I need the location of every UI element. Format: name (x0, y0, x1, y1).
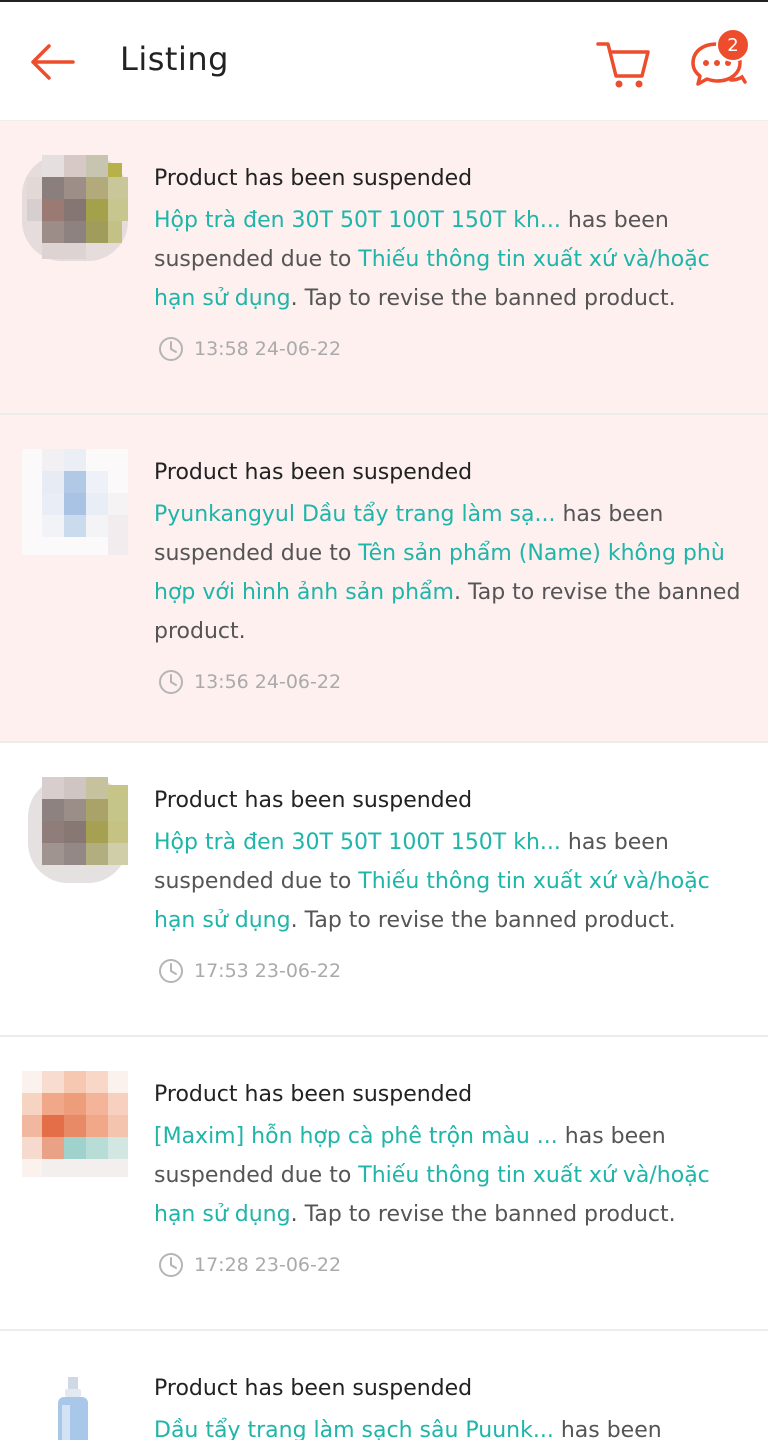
timestamp: 13:56 24-06-22 (194, 671, 342, 693)
back-button[interactable] (22, 34, 82, 90)
notification-content: Product has been suspended [Maxim] hỗn h… (154, 1037, 748, 1278)
clock-icon (159, 1253, 183, 1277)
product-thumbnail (22, 1071, 128, 1177)
notification-title: Product has been suspended (154, 1376, 473, 1401)
product-thumbnail (22, 777, 128, 883)
page-title: Listing (120, 40, 229, 78)
notification-time: 17:53 23-06-22 (154, 958, 748, 984)
clock-icon (159, 959, 183, 983)
unread-count-badge: 2 (716, 28, 750, 62)
notification-list: Product has been suspended Hộp trà đen 3… (0, 121, 768, 1440)
cart-button[interactable] (590, 32, 656, 94)
notification-content: Product has been suspended Hộp trà đen 3… (154, 121, 748, 362)
cleansing-oil-bottle-image (58, 1377, 88, 1440)
product-thumbnail (22, 449, 128, 555)
notification-title: Product has been suspended (154, 1082, 473, 1107)
notification-content: Product has been suspended Pyunkangyul D… (154, 415, 748, 695)
notification-content: Product has been suspended Hộp trà đen 3… (154, 743, 748, 984)
app-screen: Listing 2 Product has been suspended Hộp… (0, 0, 768, 1440)
timestamp: 17:28 23-06-22 (194, 1254, 342, 1276)
product-thumbnail (22, 1377, 128, 1440)
notification-item[interactable]: Product has been suspended Hộp trà đen 3… (0, 121, 768, 415)
notification-title: Product has been suspended (154, 166, 473, 191)
notification-message: Hộp trà đen 30T 50T 100T 150T kh... has … (154, 830, 710, 933)
notification-time: 13:58 24-06-22 (154, 336, 748, 362)
notification-time: 17:28 23-06-22 (154, 1252, 748, 1278)
product-name-link[interactable]: Hộp trà đen 30T 50T 100T 150T kh... (154, 208, 561, 233)
notification-time: 13:56 24-06-22 (154, 669, 748, 695)
product-name-link[interactable]: Dầu tẩy trang làm sạch sâu Puunk... (154, 1418, 554, 1440)
arrow-left-icon (31, 44, 75, 80)
notification-content: Product has been suspended Dầu tẩy trang… (154, 1331, 748, 1440)
notification-item[interactable]: Product has been suspended Hộp trà đen 3… (0, 743, 768, 1037)
clock-icon (159, 337, 183, 361)
notification-title: Product has been suspended (154, 460, 473, 485)
clock-icon (159, 670, 183, 694)
notification-item[interactable]: Product has been suspended Pyunkangyul D… (0, 415, 768, 743)
notification-item[interactable]: Product has been suspended [Maxim] hỗn h… (0, 1037, 768, 1331)
timestamp: 17:53 23-06-22 (194, 960, 342, 982)
chat-button[interactable]: 2 (684, 28, 750, 94)
timestamp: 13:58 24-06-22 (194, 338, 342, 360)
notification-message: Hộp trà đen 30T 50T 100T 150T kh... has … (154, 208, 710, 311)
product-thumbnail (22, 155, 128, 261)
product-name-link[interactable]: Hộp trà đen 30T 50T 100T 150T kh... (154, 830, 561, 855)
notification-item[interactable]: Product has been suspended Dầu tẩy trang… (0, 1331, 768, 1440)
notification-message: [Maxim] hỗn hợp cà phê trộn màu ... has … (154, 1124, 710, 1227)
notification-title: Product has been suspended (154, 788, 473, 813)
notification-message: Pyunkangyul Dầu tẩy trang làm sạ... has … (154, 502, 741, 644)
product-name-link[interactable]: [Maxim] hỗn hợp cà phê trộn màu ... (154, 1124, 558, 1149)
top-app-bar: Listing 2 (0, 0, 768, 121)
product-name-link[interactable]: Pyunkangyul Dầu tẩy trang làm sạ... (154, 502, 555, 527)
shopping-cart-icon (596, 42, 650, 88)
notification-message: Dầu tẩy trang làm sạch sâu Puunk... has … (154, 1411, 748, 1440)
